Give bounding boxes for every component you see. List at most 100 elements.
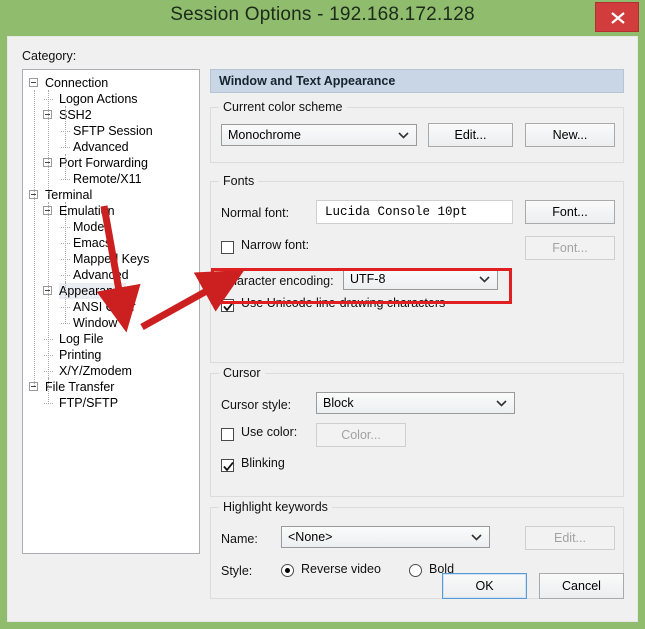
style-bold-radio[interactable] (409, 564, 422, 577)
narrow-font-button: Font... (525, 236, 615, 260)
tree-item-label: Modes (73, 220, 111, 234)
tree-item-label: Log File (59, 332, 104, 346)
pane-header-title: Window and Text Appearance (219, 74, 396, 88)
cursor-style-value: Block (323, 396, 354, 410)
tree-item-printing[interactable]: Printing (23, 347, 199, 363)
tree-item-connection[interactable]: Connection (23, 75, 199, 91)
highlight-name-label: Name: (221, 532, 258, 546)
tree-guide (34, 90, 35, 386)
category-tree[interactable]: Connection Logon Actions SSH2 SFTP Session A… (22, 69, 200, 554)
tree-guide (65, 154, 66, 178)
tree-guide (48, 378, 49, 402)
window-title: Session Options - 192.168.172.128 (170, 4, 475, 25)
highlight-style-label: Style: (221, 564, 253, 578)
tree-expander-icon[interactable] (29, 78, 38, 87)
cursor-style-combo[interactable]: Block (316, 392, 515, 414)
chevron-down-icon (479, 276, 490, 283)
blinking-label: Blinking (241, 456, 285, 470)
tree-item-remote-x11[interactable]: Remote/X11 (23, 171, 199, 187)
tree-item-label: Logon Actions (59, 92, 138, 106)
tree-connector (61, 323, 70, 324)
tree-item-label: Window (73, 316, 118, 330)
highlight-legend: Highlight keywords (219, 500, 332, 514)
close-icon (611, 12, 625, 24)
color-scheme-new-button[interactable]: New... (525, 123, 615, 147)
tree-item-label: SSH2 (59, 108, 92, 122)
tree-item-label: Mapped Keys (73, 252, 150, 266)
narrow-font-checkbox[interactable] (221, 241, 234, 254)
tree-item-window[interactable]: Window (23, 315, 199, 331)
radio-dot (285, 568, 290, 573)
tree-connector (44, 403, 53, 404)
category-label: Category: (22, 49, 77, 63)
tree-item-appearance[interactable]: Appearance (23, 283, 199, 299)
ok-button[interactable]: OK (442, 573, 527, 599)
session-options-window: Session Options - 192.168.172.128 Catego… (0, 0, 645, 629)
tree-item-label: X/Y/Zmodem (59, 364, 132, 378)
tree-guide (48, 90, 49, 194)
tree-item-label: ANSI Color (73, 300, 136, 314)
tree-item-label: Printing (59, 348, 102, 362)
use-color-checkbox[interactable] (221, 428, 234, 441)
tree-item-advanced[interactable]: Advanced (23, 267, 199, 283)
tree-item-x-y-zmodem[interactable]: X/Y/Zmodem (23, 363, 199, 379)
fonts-legend: Fonts (219, 174, 259, 188)
tree-guide (65, 282, 66, 322)
cursor-group: Cursor Cursor style: Block Use color: Co… (210, 366, 624, 497)
normal-font-field[interactable]: Lucida Console 10pt (316, 200, 513, 224)
normal-font-value: Lucida Console 10pt (325, 205, 468, 219)
tree-item-mapped-keys[interactable]: Mapped Keys (23, 251, 199, 267)
tree-item-ssh2[interactable]: SSH2 (23, 107, 199, 123)
tree-item-port-forwarding[interactable]: Port Forwarding (23, 155, 199, 171)
fonts-group: Fonts Normal font: Lucida Console 10pt F… (210, 174, 624, 363)
tree-item-label: Terminal (45, 188, 93, 202)
tree-item-label: Connection (45, 76, 109, 90)
tree-item-label: Emulation (59, 204, 115, 218)
checkmark-icon (223, 301, 234, 312)
tree-connector (61, 179, 70, 180)
tree-item-advanced[interactable]: Advanced (23, 139, 199, 155)
blinking-checkbox[interactable] (221, 459, 234, 472)
unicode-linedraw-checkbox[interactable] (221, 299, 234, 312)
highlight-name-combo[interactable]: <None> (281, 526, 490, 548)
title-bar: Session Options - 192.168.172.128 (0, 0, 645, 37)
chevron-down-icon (398, 132, 409, 139)
tree-connector (61, 147, 70, 148)
tree-item-logon-actions[interactable]: Logon Actions (23, 91, 199, 107)
character-encoding-value: UTF-8 (350, 272, 386, 286)
tree-item-file-transfer[interactable]: File Transfer (23, 379, 199, 395)
tree-item-label: Appearance (59, 283, 127, 299)
tree-item-label: FTP/SFTP (59, 396, 119, 410)
character-encoding-label: Character encoding: (221, 274, 334, 288)
pane-header: Window and Text Appearance (210, 69, 624, 93)
normal-font-button[interactable]: Font... (525, 200, 615, 224)
close-button[interactable] (595, 2, 639, 32)
tree-item-label: Emacs (73, 236, 112, 250)
tree-item-terminal[interactable]: Terminal (23, 187, 199, 203)
tree-item-modes[interactable]: Modes (23, 219, 199, 235)
tree-item-log-file[interactable]: Log File (23, 331, 199, 347)
color-scheme-combo[interactable]: Monochrome (221, 124, 417, 146)
tree-item-ansi-color[interactable]: ANSI Color (23, 299, 199, 315)
color-scheme-group: Current color scheme Monochrome Edit... … (210, 100, 624, 163)
cursor-color-button: Color... (316, 423, 406, 447)
tree-item-ftp-sftp[interactable]: FTP/SFTP (23, 395, 199, 411)
color-scheme-legend: Current color scheme (219, 100, 347, 114)
tree-guide (65, 202, 66, 290)
style-reverse-video-radio[interactable] (281, 564, 294, 577)
cursor-legend: Cursor (219, 366, 265, 380)
cursor-style-label: Cursor style: (221, 398, 292, 412)
cancel-button[interactable]: Cancel (539, 573, 624, 599)
tree-item-emacs[interactable]: Emacs (23, 235, 199, 251)
tree-guide (65, 106, 66, 146)
tree-item-emulation[interactable]: Emulation (23, 203, 199, 219)
tree-item-label: Remote/X11 (73, 172, 142, 186)
unicode-linedraw-label: Use Unicode line-drawing characters (241, 296, 446, 310)
tree-item-sftp-session[interactable]: SFTP Session (23, 123, 199, 139)
use-color-label: Use color: (241, 425, 298, 439)
character-encoding-combo[interactable]: UTF-8 (343, 268, 498, 290)
tree-item-label: File Transfer (45, 380, 115, 394)
chevron-down-icon (496, 400, 507, 407)
color-scheme-edit-button[interactable]: Edit... (428, 123, 513, 147)
highlight-name-value: <None> (288, 530, 333, 544)
